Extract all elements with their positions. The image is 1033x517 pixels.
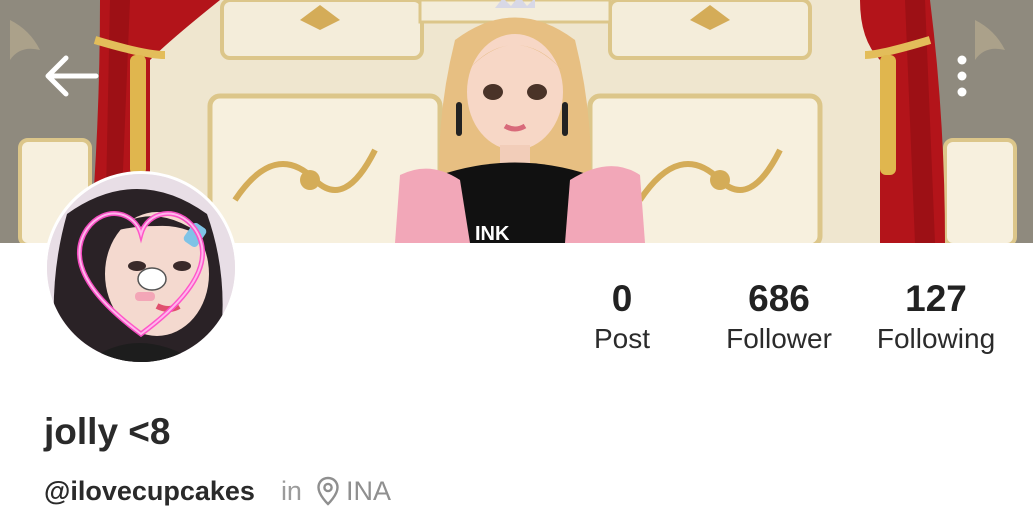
profile-meta-row: @ilovecupcakes in INA — [44, 472, 391, 510]
following-count: 127 — [905, 278, 967, 319]
post-count-stat[interactable]: 0 Post — [572, 276, 672, 356]
follower-label: Follower — [726, 323, 832, 354]
follower-count-stat[interactable]: 686 Follower — [708, 276, 850, 356]
post-count: 0 — [611, 278, 633, 319]
map-pin-icon — [316, 476, 340, 506]
follower-count: 686 — [748, 278, 810, 319]
avatar[interactable] — [44, 171, 238, 365]
more-options-button[interactable] — [942, 50, 982, 106]
svg-text:INK: INK — [475, 223, 510, 243]
back-button[interactable] — [40, 52, 104, 100]
following-label: Following — [876, 323, 996, 354]
username: @ilovecupcakes — [44, 475, 255, 506]
vertical-dots-icon — [957, 55, 967, 97]
post-label: Post — [593, 323, 651, 354]
avatar-photo — [47, 174, 235, 362]
arrow-left-icon — [45, 55, 99, 97]
display-name: jolly <8 — [44, 411, 171, 452]
location-text: INA — [345, 475, 391, 506]
following-count-stat[interactable]: 127 Following — [862, 276, 1010, 356]
in-label: in — [280, 475, 302, 506]
